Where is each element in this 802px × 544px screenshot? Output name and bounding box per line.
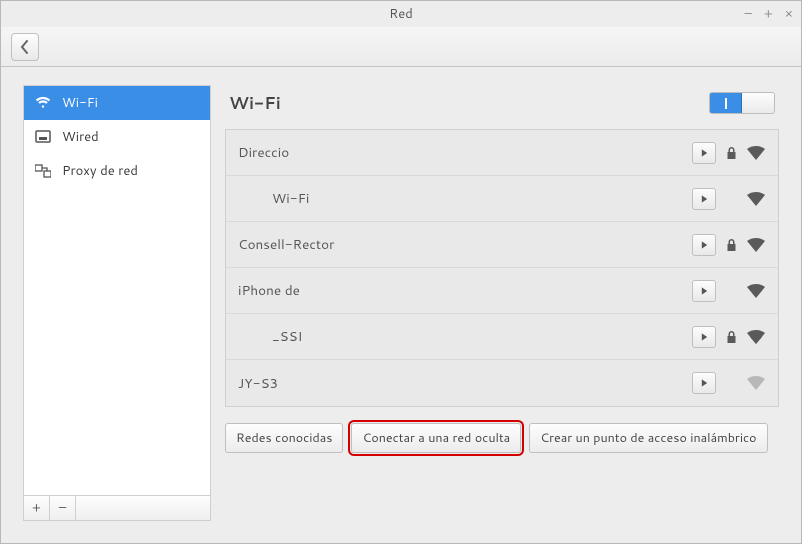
network-row[interactable]: _SSI — [226, 314, 778, 360]
create-hotspot-button[interactable]: Crear un punto de acceso inalámbrico — [529, 423, 767, 453]
network-row[interactable]: iPhone de — [226, 268, 778, 314]
network-name: _SSI — [238, 327, 692, 346]
sidebar-item-label: Proxy de red — [62, 162, 138, 180]
known-networks-button[interactable]: Redes conocidas — [225, 423, 343, 453]
sidebar-item-wifi[interactable]: Wi-Fi — [24, 86, 210, 120]
network-row[interactable]: Wi-Fi — [226, 176, 778, 222]
network-name: Consell-Rector — [238, 235, 692, 254]
network-name: Direccio — [238, 143, 692, 162]
network-name: Wi-Fi — [238, 189, 692, 208]
proxy-icon — [34, 163, 52, 179]
maximize-button[interactable]: + — [762, 1, 775, 27]
network-row[interactable]: Consell-Rector — [226, 222, 778, 268]
signal-icon — [746, 145, 766, 161]
sidebar-item-proxy[interactable]: Proxy de red — [24, 154, 210, 188]
sidebar-item-label: Wired — [62, 128, 99, 146]
network-name: JY-S3 — [238, 374, 692, 393]
panel-title: Wi-Fi — [229, 91, 281, 115]
signal-icon — [746, 283, 766, 299]
signal-icon — [746, 191, 766, 207]
signal-icon — [746, 329, 766, 345]
signal-icon — [746, 375, 766, 391]
sidebar-item-wired[interactable]: Wired — [24, 120, 210, 154]
window-title: Red — [389, 5, 413, 23]
add-button[interactable]: + — [24, 496, 50, 520]
sidebar-item-label: Wi-Fi — [62, 94, 98, 112]
details-button[interactable] — [692, 234, 716, 256]
signal-icon — [746, 237, 766, 253]
sidebar-toolbar: + – — [23, 495, 211, 521]
wifi-toggle[interactable] — [709, 92, 775, 114]
lock-icon — [724, 330, 738, 344]
bottom-buttons: Redes conocidas Conectar a una red ocult… — [225, 423, 779, 453]
headerbar — [1, 27, 801, 67]
network-row[interactable]: Direccio — [226, 130, 778, 176]
connect-hidden-button[interactable]: Conectar a una red oculta — [351, 423, 521, 453]
details-button[interactable] — [692, 326, 716, 348]
details-button[interactable] — [692, 188, 716, 210]
lock-icon — [724, 146, 738, 160]
wifi-icon — [34, 95, 52, 111]
minimize-button[interactable]: – — [743, 1, 754, 27]
details-button[interactable] — [692, 372, 716, 394]
network-name: iPhone de — [238, 281, 692, 300]
back-button[interactable] — [11, 33, 39, 61]
remove-button[interactable]: – — [50, 496, 76, 520]
content: Wi-Fi Wired Proxy de red + – — [1, 67, 801, 543]
sidebar: Wi-Fi Wired Proxy de red + – — [23, 85, 211, 521]
ethernet-icon — [34, 129, 52, 145]
network-row[interactable]: JY-S3 — [226, 360, 778, 406]
network-list: Direccio Wi-Fi Consell — [225, 129, 779, 407]
window: Red – + × Wi-Fi — [0, 0, 802, 544]
main-panel: Wi-Fi Direccio Wi-Fi — [225, 85, 779, 521]
close-button[interactable]: × — [783, 1, 795, 27]
chevron-left-icon — [20, 40, 30, 54]
details-button[interactable] — [692, 280, 716, 302]
lock-icon — [724, 238, 738, 252]
details-button[interactable] — [692, 142, 716, 164]
titlebar: Red – + × — [1, 1, 801, 27]
